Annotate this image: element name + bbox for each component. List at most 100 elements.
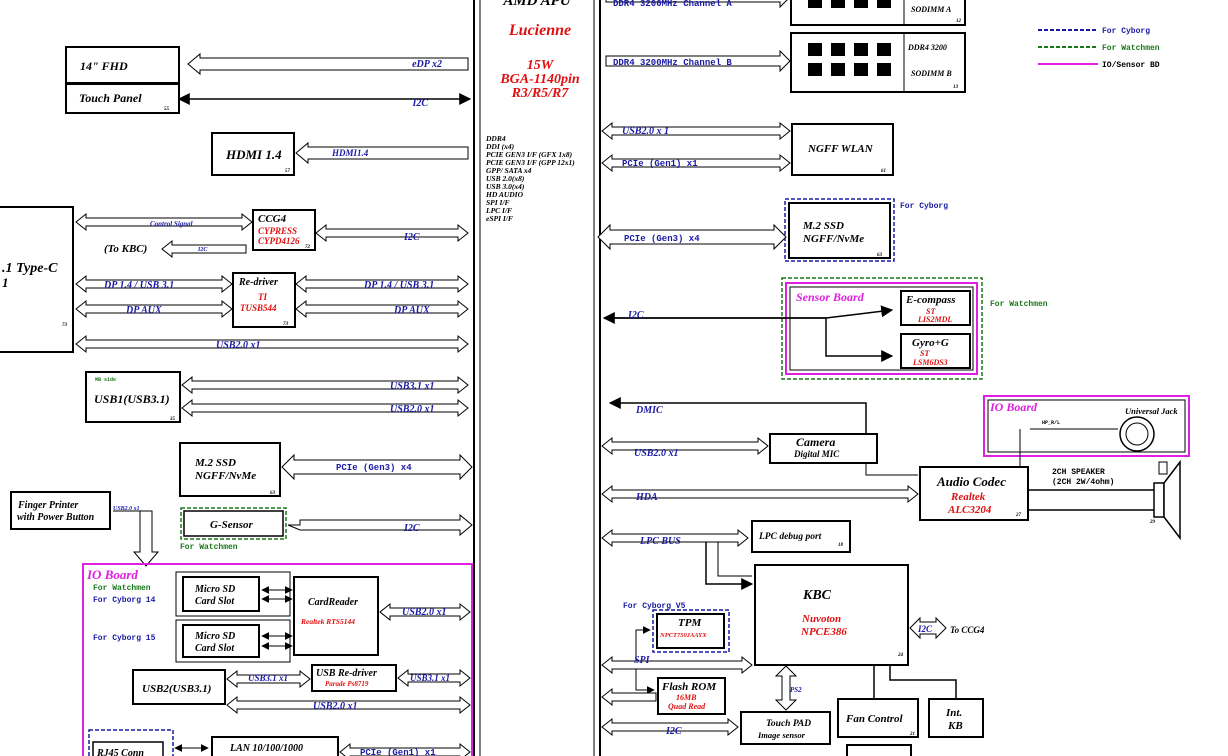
g-sensor: G-Sensor For Watchmen I2C: [180, 507, 473, 552]
block-diagram: AMD APU Lucienne 15W BGA-1140pin R3/R5/R…: [0, 0, 1190, 756]
gsensor-bus: I2C: [403, 523, 420, 534]
touchpad-bus: I2C: [665, 726, 682, 737]
ccg4-part: CYPD4126: [258, 236, 300, 246]
ddr-channel-b: DDR4 3200MHz Channel B DDR4 3200 SODIMM …: [605, 32, 966, 93]
apu-title: AMD APU: [502, 0, 572, 9]
redriver-aux-right: DP AUX: [393, 305, 430, 316]
audio-bus: HDA: [635, 492, 658, 503]
hdmi-title: HDMI 1.4: [225, 147, 282, 162]
audio-codec: Audio Codec Realtek ALC3204 27 HDA 2CH S…: [601, 459, 1181, 541]
camera-bus2: USB2.0 x1: [634, 448, 678, 459]
ddr-b-speed: DDR4 3200: [907, 43, 947, 52]
wlan-bus2: PCIe (Gen1) x1: [622, 159, 698, 169]
hdmi-bus: HDMI1.4: [331, 148, 369, 158]
flash-mode: Quad Read: [668, 702, 706, 711]
ps2-label: PS2: [790, 686, 802, 694]
typec-title: .1 Type-C: [2, 261, 58, 276]
flash-title: Flash ROM: [661, 681, 717, 693]
ecompass-title: E-compass: [905, 294, 956, 306]
lpc-debug-title: LPC debug port: [758, 532, 822, 542]
apu-codename: Lucienne: [508, 22, 571, 39]
speaker-line2: (2CH 2W/4ohm): [1052, 478, 1114, 487]
camera-sub: Digital MIC: [793, 449, 840, 459]
hdmi-port: HDMI 1.4 57 HDMI1.4: [211, 132, 469, 176]
speaker-line1: 2CH SPEAKER: [1052, 468, 1105, 477]
usbredriver-title: USB Re-driver: [316, 668, 377, 679]
touch-num: 55: [164, 107, 170, 112]
lpc-bus: LPC BUS: [639, 536, 681, 547]
finger-line1: Finger Printer: [17, 500, 78, 511]
sodimm-a-num: 12: [956, 19, 962, 24]
touchpad-title: Touch PAD: [766, 719, 811, 729]
kb-line2: KB: [947, 720, 963, 732]
rj45-title: RJ45 Conn: [96, 748, 144, 756]
to-kbc-bus: I2C: [197, 247, 208, 253]
sensor-board-title: Sensor Board: [796, 290, 865, 304]
speaker-num: 29: [1149, 520, 1156, 525]
redriver-aux-left: DP AUX: [125, 305, 162, 316]
speaker-icon: [1153, 459, 1181, 541]
usb1-tag: MB side: [95, 377, 116, 383]
kbc-ccg: To CCG4: [950, 625, 985, 635]
kbc-controller: KBC Nuvoton NPCE386 24 I2C To CCG4: [754, 564, 985, 666]
usb1-title: USB1(USB3.1): [94, 392, 170, 406]
typec-usb2-link: USB2.0 x1: [75, 334, 469, 354]
legend-watchmen: For Watchmen: [1102, 44, 1160, 53]
redriver-part: TUSB544: [240, 303, 277, 313]
legend-io-sensor: IO/Sensor BD: [1102, 61, 1160, 70]
fan-control: Fan Control 21: [837, 665, 919, 756]
right-io-title: IO Board: [989, 400, 1038, 414]
camera-bus1: DMIC: [635, 405, 663, 416]
left-ssd-line1: M.2 SSD: [194, 457, 236, 469]
sd2-line1: Micro SD: [194, 631, 235, 642]
flash-rom: Flash ROM 16MB Quad Read: [601, 677, 726, 715]
io-note-cyborg15: For Cyborg 15: [93, 634, 156, 643]
camera-title: Camera: [796, 435, 835, 449]
apu-spec-2: BGA-1140pin: [499, 72, 580, 87]
kbc-vendor: Nuvoton: [801, 613, 841, 625]
left-ssd-line2: NGFF/NvMe: [194, 470, 256, 482]
sensor-bus: I2C: [627, 310, 644, 321]
ccg4-vendor: CYPRESS: [258, 226, 297, 236]
sodimm-b-num: 13: [953, 85, 959, 90]
ddr-b-bus: DDR4 3200MHz Channel B: [613, 58, 732, 68]
sodimm-b-label: SODIMM B: [911, 69, 952, 78]
ecompass-part: LIS2MDL: [917, 315, 952, 324]
io-note-cyborg14: For Cyborg 14: [93, 596, 156, 605]
lpc-debug-num: 18: [838, 543, 844, 548]
typec-num: 73: [62, 323, 68, 328]
kbc-part: NPCE386: [800, 626, 847, 638]
wlan-title: NGFF WLAN: [807, 143, 874, 155]
right-ssd-line1: M.2 SSD: [802, 220, 844, 232]
audio-num: 27: [1015, 513, 1022, 518]
redriver-num: 73: [283, 322, 289, 327]
tpm-part: NPCT750JAAYX: [659, 632, 707, 639]
to-kbc-label: (To KBC): [104, 243, 147, 255]
tpm-title: TPM: [678, 617, 702, 629]
kbc-title: KBC: [802, 588, 832, 603]
apu-block: AMD APU Lucienne 15W BGA-1140pin R3/R5/R…: [473, 0, 601, 756]
usb2-bus1: USB3.1 x1: [248, 673, 288, 683]
apu-spec-1: 15W: [527, 58, 555, 73]
fhd-display: 14" FHD eDP x2: [65, 46, 469, 84]
redriver-chip: Re-driver TI TUSB544 73 DP 1.4 / USB 3.1…: [75, 272, 469, 328]
touchpad-sub: Image sensor: [757, 730, 806, 740]
audio-title: Audio Codec: [936, 474, 1006, 489]
typec-line2: 1: [2, 275, 9, 290]
lan-bus: PCIe (Gen1) x1: [360, 748, 436, 756]
usb1-bus1: USB3.1 x1: [390, 381, 434, 392]
spi-label: SPI: [634, 655, 651, 666]
right-ssd-note: For Cyborg: [900, 202, 948, 211]
gsensor-title: G-Sensor: [210, 519, 254, 531]
touch-pad: Touch PAD Image sensor I2C: [601, 711, 831, 745]
left-ssd-bus: PCIe (Gen3) x4: [336, 463, 412, 473]
kb-line1: Int.: [945, 707, 962, 719]
usb1-bus2: USB2.0 x1: [390, 404, 434, 415]
right-ssd-num: 63: [877, 253, 883, 258]
cardreader-bus: USB2.0 x1: [402, 607, 446, 618]
apu-spec-3: R3/R5/R7: [511, 86, 570, 101]
cardreader-title: CardReader: [308, 597, 358, 608]
ccg4-chip: CCG4 CYPRESS CYPD4126 72 Control Signal …: [75, 209, 469, 259]
typec-usb2-label: USB2.0 x1: [216, 340, 260, 351]
ccg4-num: 72: [305, 245, 311, 250]
